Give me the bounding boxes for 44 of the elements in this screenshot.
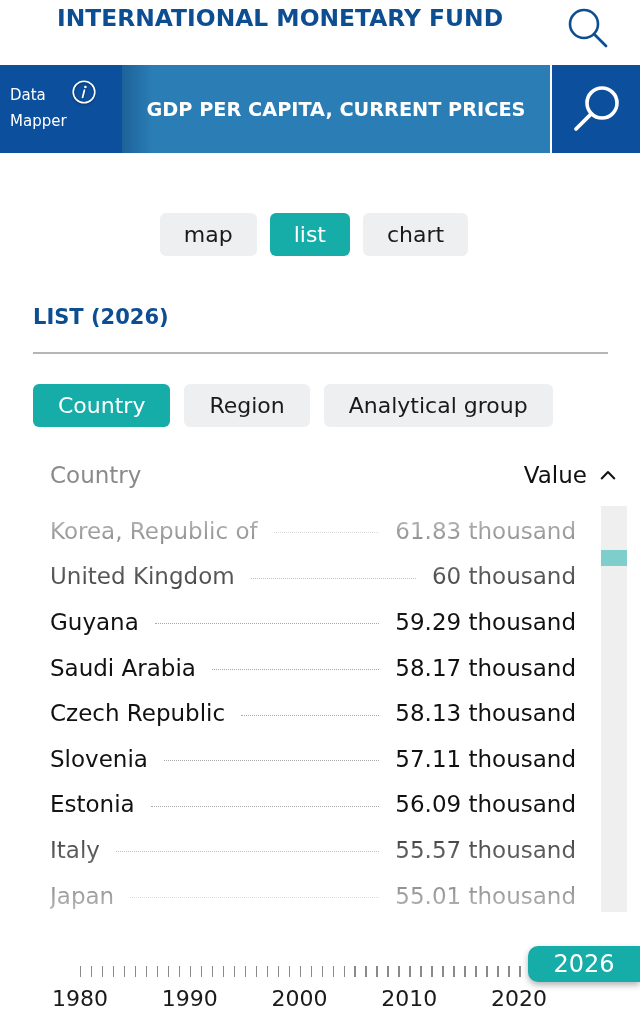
- view-tab[interactable]: map: [159, 213, 257, 256]
- country-name: Italy: [50, 836, 100, 863]
- chevron-up-icon: [600, 470, 616, 480]
- group-tab[interactable]: Analytical group: [323, 384, 553, 427]
- year-label: 2010: [380, 987, 439, 1011]
- timeline-slider[interactable]: 2026: [80, 946, 640, 982]
- country-name: Guyana: [50, 609, 139, 635]
- view-tab[interactable]: list: [269, 213, 350, 256]
- list-title: LIST (2026): [33, 304, 169, 331]
- year-label: 2000: [270, 987, 329, 1011]
- country-name: Estonia: [50, 791, 135, 818]
- year-label: 2020: [490, 987, 549, 1011]
- app-name: Data Mapper: [10, 85, 68, 132]
- search-icon: [572, 85, 620, 133]
- value-text: 61.83 thousand: [395, 517, 576, 544]
- country-name: Saudi Arabia: [50, 654, 196, 681]
- value-text: 60 thousand: [431, 563, 576, 590]
- view-tab[interactable]: chart: [363, 213, 469, 256]
- column-header[interactable]: Country: [50, 462, 142, 488]
- group-tab[interactable]: Region: [184, 384, 310, 427]
- value-text: 59.29 thousand: [395, 609, 576, 635]
- info-icon[interactable]: [72, 80, 96, 104]
- value-text: 58.17 thousand: [395, 654, 576, 681]
- value-text: 56.09 thousand: [395, 791, 576, 818]
- search-button[interactable]: [550, 65, 640, 153]
- search-icon[interactable]: [568, 8, 608, 48]
- value-text: 55.57 thousand: [395, 836, 576, 863]
- year-label: 1980: [50, 987, 109, 1011]
- value-text: 55.01 thousand: [395, 882, 576, 909]
- value-text: 57.11 thousand: [395, 745, 576, 772]
- site-title: INTERNATIONAL MONETARY FUND: [57, 3, 504, 34]
- country-name: Korea, Republic of: [50, 517, 258, 544]
- group-tab[interactable]: Country: [33, 384, 171, 427]
- indicator-title[interactable]: GDP PER CAPITA, CURRENT PRICES: [122, 65, 550, 153]
- value-sort-button[interactable]: Value: [523, 462, 616, 488]
- value-text: 58.13 thousand: [395, 700, 576, 727]
- scrollbar-thumb[interactable]: [601, 550, 627, 566]
- scrollbar-track[interactable]: [601, 506, 627, 912]
- country-name: Czech Republic: [50, 700, 226, 727]
- country-name: Japan: [50, 882, 115, 909]
- year-handle[interactable]: 2026: [528, 946, 640, 982]
- country-name: Slovenia: [50, 745, 148, 772]
- country-name: United Kingdom: [50, 563, 235, 590]
- year-label: 1990: [160, 987, 219, 1011]
